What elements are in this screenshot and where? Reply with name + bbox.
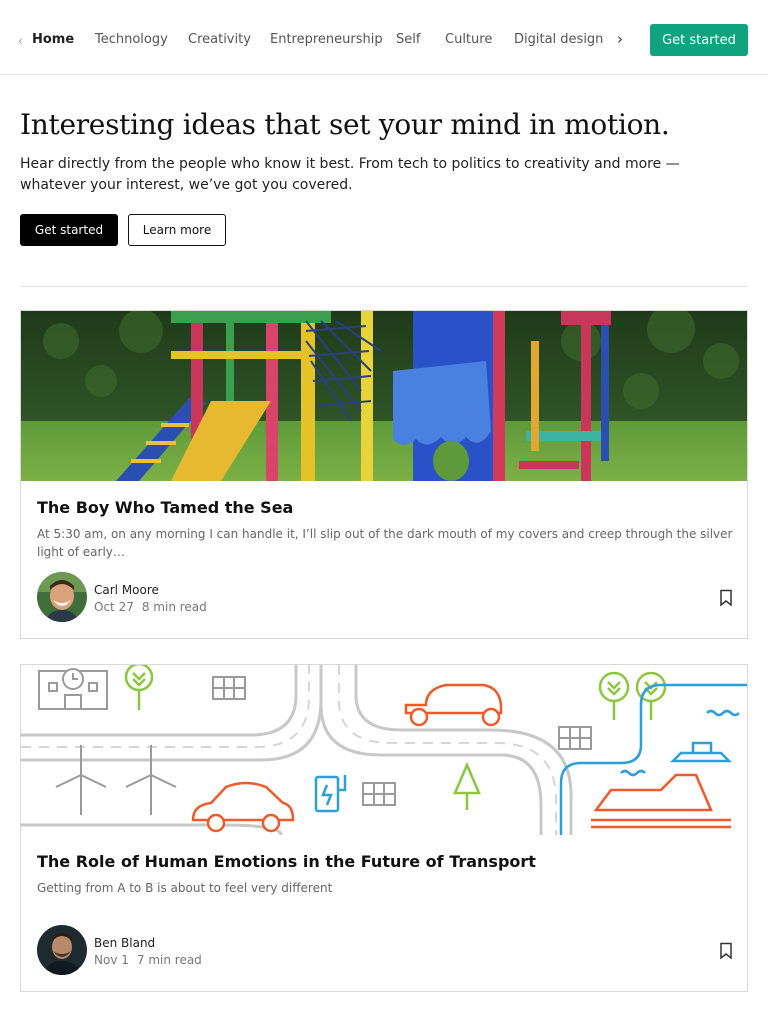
post-title[interactable]: The Role of Human Emotions in the Future… — [37, 852, 536, 871]
author-name[interactable]: Ben Bland — [94, 936, 155, 950]
post-meta: Nov 1 7 min read — [94, 953, 202, 967]
author-name[interactable]: Carl Moore — [94, 583, 159, 597]
post-excerpt: Getting from A to B is about to feel ver… — [37, 881, 333, 895]
chevron-left-icon[interactable]: ‹ — [18, 34, 23, 48]
hero-get-started-button[interactable]: Get started — [20, 214, 118, 246]
chevron-right-icon[interactable]: › — [617, 30, 623, 48]
post-meta: Oct 27 8 min read — [94, 600, 207, 614]
post-image-transport[interactable] — [21, 665, 747, 835]
avatar[interactable] — [37, 925, 87, 975]
post-date: Oct 27 — [94, 600, 134, 614]
post-card[interactable]: The Boy Who Tamed the Sea At 5:30 am, on… — [20, 310, 748, 639]
hero-subtitle: Hear directly from the people who know i… — [20, 156, 680, 193]
nav-item-technology[interactable]: Technology — [95, 32, 168, 47]
nav-item-self[interactable]: Self — [396, 32, 420, 47]
post-card[interactable]: The Role of Human Emotions in the Future… — [20, 664, 748, 992]
author-avatar-ben-bland — [37, 925, 87, 975]
post-title[interactable]: The Boy Who Tamed the Sea — [37, 498, 293, 517]
post-date: Nov 1 — [94, 953, 129, 967]
bookmark-icon[interactable] — [719, 942, 733, 960]
section-divider — [20, 286, 748, 287]
playground-photo — [21, 311, 747, 481]
nav-item-digital-design[interactable]: Digital design — [514, 32, 603, 47]
transport-illustration — [21, 665, 747, 835]
nav-item-home[interactable]: Home — [32, 32, 74, 47]
post-read-time: 8 min read — [141, 600, 207, 614]
nav-item-entrepreneurship[interactable]: Entrepreneurship — [270, 32, 383, 47]
post-excerpt: At 5:30 am, on any morning I can handle … — [37, 527, 733, 559]
nav-item-creativity[interactable]: Creativity — [188, 32, 251, 47]
learn-more-button[interactable]: Learn more — [128, 214, 226, 246]
avatar[interactable] — [37, 572, 87, 622]
get-started-button[interactable]: Get started — [650, 24, 748, 56]
author-avatar-carl-moore — [37, 572, 87, 622]
post-image-playground[interactable] — [21, 311, 747, 481]
hero-title: Interesting ideas that set your mind in … — [20, 108, 670, 141]
bookmark-icon[interactable] — [719, 589, 733, 607]
top-navigation: ‹ Home Technology Creativity Entrepreneu… — [0, 0, 768, 75]
nav-item-culture[interactable]: Culture — [445, 32, 492, 47]
post-read-time: 7 min read — [136, 953, 202, 967]
